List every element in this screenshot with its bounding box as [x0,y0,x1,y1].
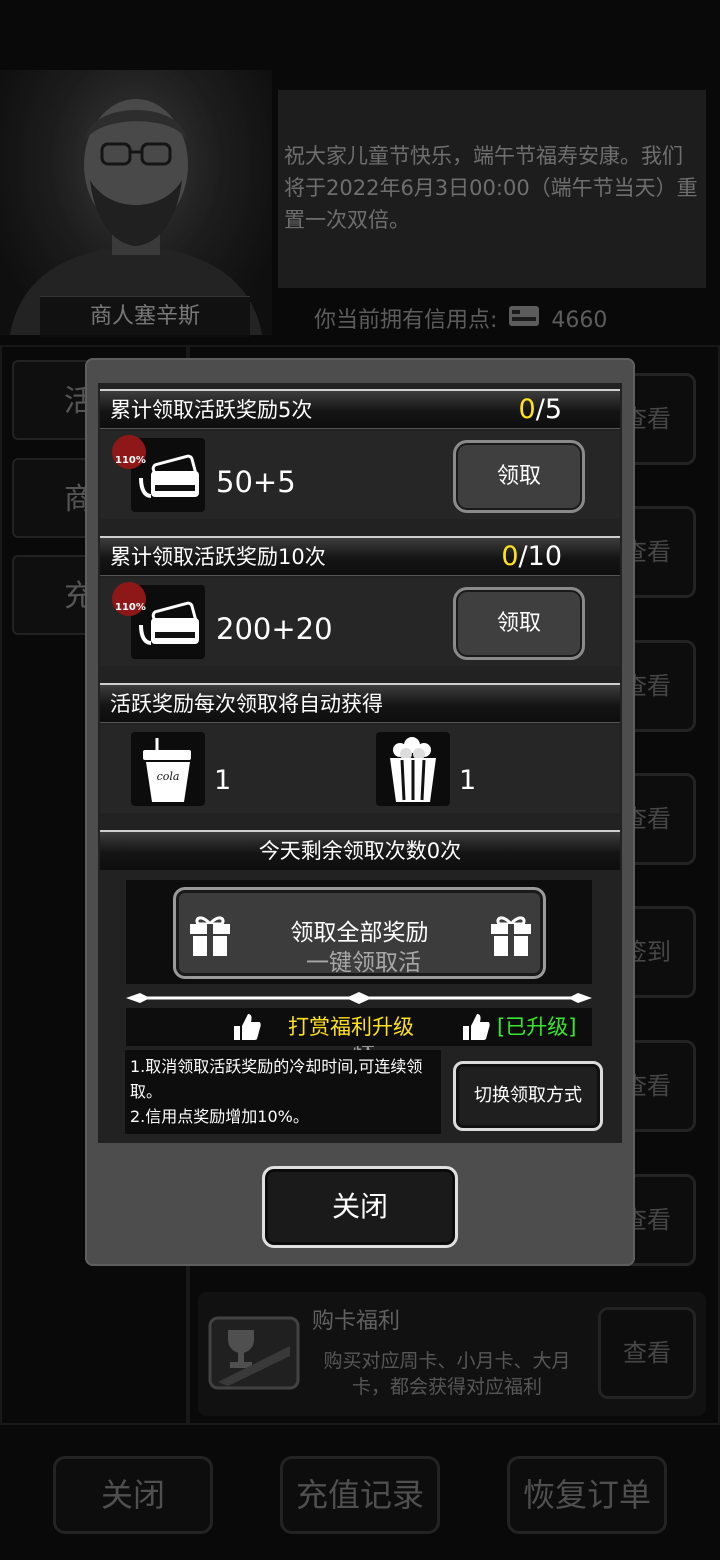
gift-icon [188,912,232,962]
reward-5-header: 累计领取活跃奖励5次 0/5 [100,389,620,429]
reward-5-progress: 0/5 [518,394,562,425]
reward-10-amount: 200+20 [216,612,333,646]
reward-10-title: 累计领取活跃奖励10次 [110,545,326,569]
popcorn-count: 1 [459,765,477,796]
reward-10-progress: 0/10 [501,541,562,572]
auto-gain-header: 活跃奖励每次领取将自动获得 [100,683,620,723]
remaining-claims: 今天剩余领取次数0次 [100,830,620,870]
gift-icon [489,912,533,962]
thumbs-up-icon [232,1012,262,1046]
svg-text:cola: cola [157,770,180,783]
bonus-badge-text: 110% [115,602,146,613]
upgrade-desc-line-2: 2.信用点奖励增加10%。 [130,1107,309,1126]
cola-count: 1 [214,765,232,796]
upgrade-status: [已升级] [497,1015,577,1039]
reward-5-title: 累计领取活跃奖励5次 [110,398,313,422]
upgrade-description: 1.取消领取活跃奖励的冷却时间,可连续领取。 2.信用点奖励增加10%。 [130,1054,442,1129]
upgrade-desc-line-1: 1.取消领取活跃奖励的冷却时间,可连续领取。 [130,1057,423,1101]
claim-all-label: 领取全部奖励 一键领取活跃 [290,920,429,1062]
close-dialog-button[interactable]: 关闭 [262,1166,458,1248]
ornament-divider [126,990,592,1006]
cola-icon: cola [131,732,205,806]
reward-5-amount: 50+5 [216,465,296,499]
claim-reward-5-button[interactable]: 领取 [453,440,585,513]
auto-gain-title: 活跃奖励每次领取将自动获得 [110,692,383,716]
reward-10-header: 累计领取活跃奖励10次 0/10 [100,536,620,576]
switch-claim-mode-button[interactable]: 切换领取方式 [453,1061,603,1131]
popcorn-icon [376,732,450,806]
upgrade-label: 打赏福利升级 [288,1015,414,1039]
thumbs-up-icon [461,1012,491,1046]
claim-reward-10-button[interactable]: 领取 [453,587,585,660]
bonus-badge-text: 110% [115,455,146,466]
